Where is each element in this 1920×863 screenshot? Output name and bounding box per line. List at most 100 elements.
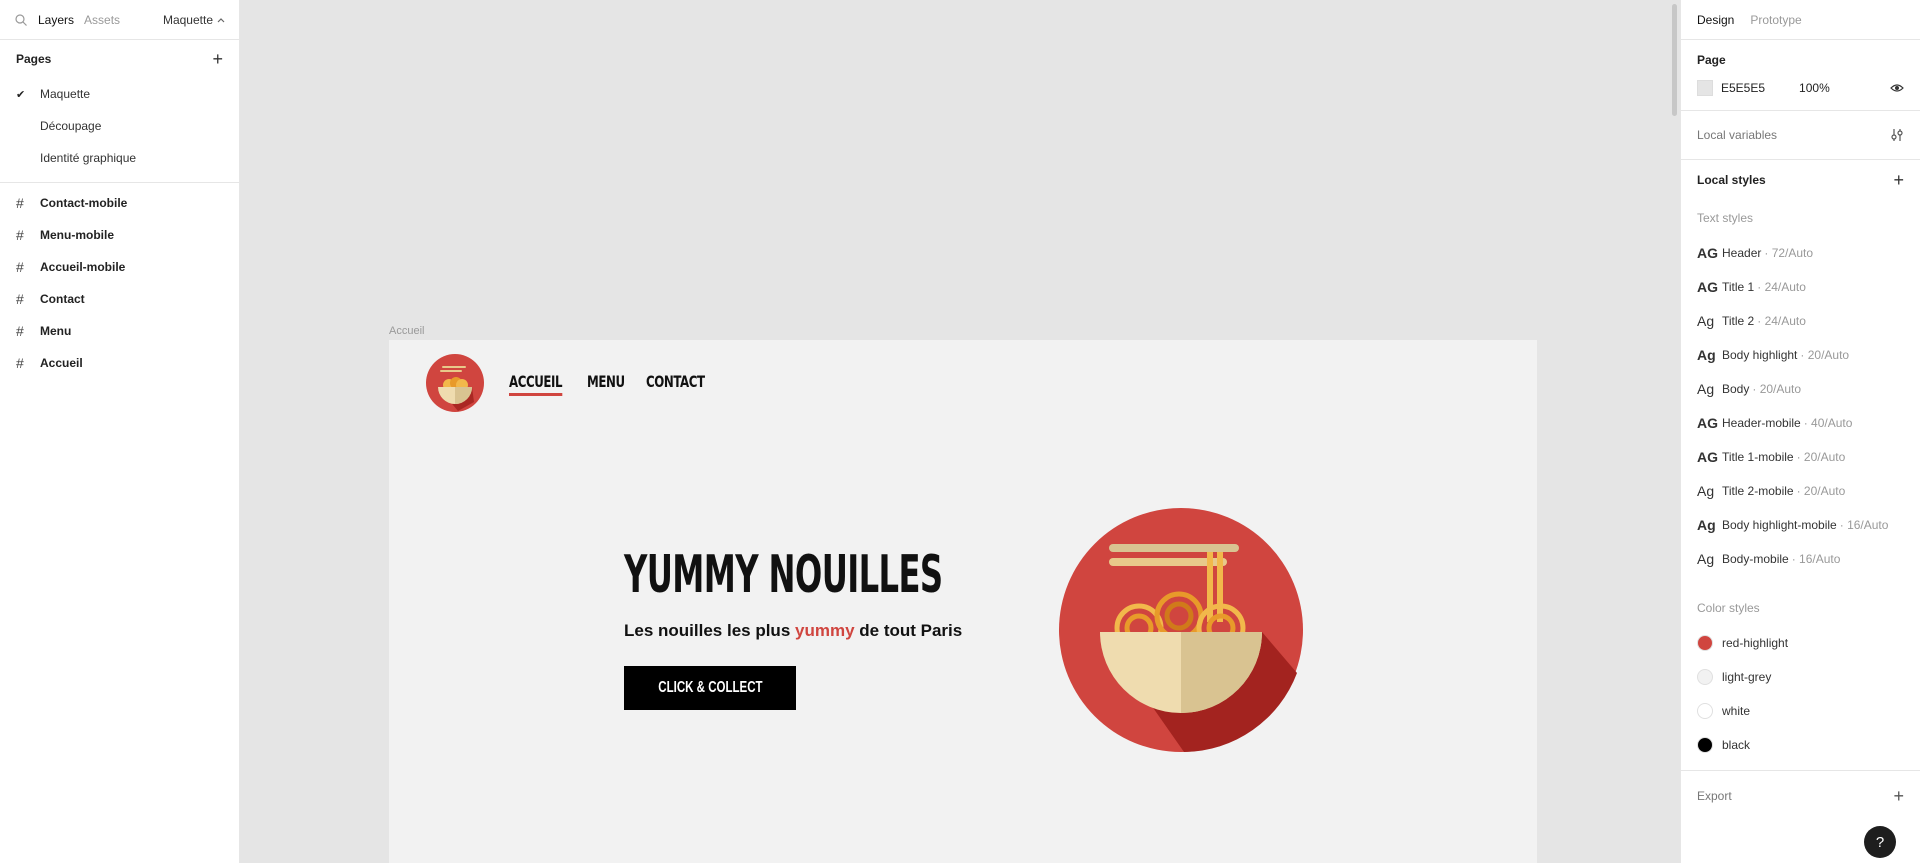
export-label: Export	[1697, 789, 1732, 803]
frame-icon: #	[16, 259, 24, 275]
page-color-swatch[interactable]	[1697, 80, 1713, 96]
layer-accueil[interactable]: # Accueil	[0, 347, 239, 379]
text-style-item[interactable]: AG Title 1-mobile · 20/Auto	[1697, 440, 1904, 474]
color-style-item[interactable]: white	[1697, 694, 1904, 728]
layer-accueil-mobile[interactable]: # Accueil-mobile	[0, 251, 239, 283]
search-icon[interactable]	[14, 13, 28, 27]
text-style-icon: AG	[1697, 415, 1718, 431]
text-style-meta: · 40/Auto	[1803, 416, 1853, 430]
text-style-name: Title 2-mobile	[1722, 484, 1794, 498]
frame-icon: #	[16, 195, 24, 211]
text-style-name: Title 1	[1722, 280, 1755, 294]
nav-accueil[interactable]: ACCUEIL	[509, 372, 563, 396]
text-style-item[interactable]: Ag Title 2-mobile · 20/Auto	[1697, 474, 1904, 508]
frame-label[interactable]: Accueil	[389, 325, 424, 337]
page-item-maquette[interactable]: ✔ Maquette	[0, 78, 239, 110]
text-style-item[interactable]: AG Header · 72/Auto	[1697, 236, 1904, 270]
color-swatch	[1697, 737, 1713, 753]
text-style-item[interactable]: Ag Body highlight · 20/Auto	[1697, 338, 1904, 372]
design-canvas[interactable]: Accueil ACCUEIL MENU CONTACT YUMMY NOUIL…	[241, 0, 1680, 863]
page-section-title: Page	[1697, 53, 1726, 67]
color-swatch	[1697, 703, 1713, 719]
text-style-icon: Ag	[1697, 381, 1715, 397]
text-style-meta: · 72/Auto	[1764, 246, 1814, 260]
click-collect-button[interactable]: CLICK & COLLECT	[624, 666, 796, 710]
add-page-icon[interactable]: +	[212, 50, 223, 68]
color-style-name: white	[1722, 704, 1751, 718]
text-style-meta: · 20/Auto	[1752, 382, 1802, 396]
local-styles-title: Local styles	[1697, 173, 1766, 187]
frame-accueil[interactable]: ACCUEIL MENU CONTACT YUMMY NOUILLES Les …	[389, 340, 1537, 863]
text-style-item[interactable]: AG Title 1 · 24/Auto	[1697, 270, 1904, 304]
page-selector[interactable]: Maquette	[163, 13, 225, 27]
text-style-icon: Ag	[1697, 517, 1716, 533]
text-style-item[interactable]: Ag Body highlight-mobile · 16/Auto	[1697, 508, 1904, 542]
text-style-icon: Ag	[1697, 313, 1715, 329]
text-style-icon: AG	[1697, 279, 1718, 295]
layer-contact[interactable]: # Contact	[0, 283, 239, 315]
hero-title[interactable]: YUMMY NOUILLES	[624, 545, 943, 605]
text-style-name: Header-mobile	[1722, 416, 1801, 430]
color-styles-list: red-highlight light-grey white black	[1697, 626, 1904, 770]
design-panel: Design Prototype Page E5E5E5 100% Local …	[1680, 0, 1920, 863]
hero-sub-highlight: yummy	[795, 621, 855, 640]
chevron-up-icon	[217, 17, 225, 22]
text-style-name: Title 2	[1722, 314, 1755, 328]
color-style-name: black	[1722, 738, 1751, 752]
right-panel-header: Design Prototype	[1681, 0, 1920, 40]
site-nav: ACCUEIL MENU CONTACT	[509, 372, 717, 396]
tab-prototype[interactable]: Prototype	[1750, 13, 1801, 27]
text-style-meta: · 24/Auto	[1757, 314, 1806, 328]
add-export-icon[interactable]: +	[1893, 786, 1904, 807]
eye-icon[interactable]	[1890, 83, 1904, 93]
layer-contact-mobile[interactable]: # Contact-mobile	[0, 187, 239, 219]
layer-label: Accueil	[40, 356, 83, 370]
text-style-icon: AG	[1697, 245, 1718, 261]
page-item-identite-graphique[interactable]: Identité graphique	[0, 142, 239, 174]
frame-icon: #	[16, 227, 24, 243]
color-style-item[interactable]: black	[1697, 728, 1904, 762]
text-style-meta: · 20/Auto	[1796, 450, 1846, 464]
page-item-label: Découpage	[40, 119, 102, 133]
help-button[interactable]: ?	[1864, 826, 1896, 858]
color-swatch	[1697, 635, 1713, 651]
left-panel-header: Layers Assets Maquette	[0, 0, 239, 40]
export-section: Export +	[1681, 771, 1920, 821]
pages-header: Pages +	[0, 40, 239, 78]
hero-sub-text: Les nouilles les plus	[624, 621, 795, 640]
layer-menu[interactable]: # Menu	[0, 315, 239, 347]
text-style-item[interactable]: Ag Title 2 · 24/Auto	[1697, 304, 1904, 338]
page-color-value[interactable]: E5E5E5	[1721, 81, 1765, 95]
text-style-name: Body	[1722, 382, 1750, 396]
color-style-item[interactable]: red-highlight	[1697, 626, 1904, 660]
local-variables-row[interactable]: Local variables	[1697, 111, 1904, 159]
text-style-icon: Ag	[1697, 483, 1715, 499]
local-variables-section: Local variables	[1681, 111, 1920, 160]
noodle-bowl-icon[interactable]	[1059, 508, 1303, 752]
layers-panel: Layers Assets Maquette Pages + ✔ Maquett…	[0, 0, 240, 863]
page-opacity-value[interactable]: 100%	[1799, 81, 1830, 95]
layer-menu-mobile[interactable]: # Menu-mobile	[0, 219, 239, 251]
text-style-icon: Ag	[1697, 551, 1715, 567]
page-item-decoupage[interactable]: Découpage	[0, 110, 239, 142]
color-style-item[interactable]: light-grey	[1697, 660, 1904, 694]
text-style-item[interactable]: Ag Body-mobile · 16/Auto	[1697, 542, 1904, 576]
text-style-item[interactable]: Ag Body · 20/Auto	[1697, 372, 1904, 406]
tab-layers[interactable]: Layers	[38, 13, 74, 27]
tab-assets[interactable]: Assets	[84, 13, 120, 27]
nav-contact[interactable]: CONTACT	[646, 372, 705, 396]
tab-design[interactable]: Design	[1697, 13, 1734, 27]
add-style-icon[interactable]: +	[1893, 170, 1904, 191]
canvas-scrollbar[interactable]	[1672, 4, 1677, 116]
nav-menu[interactable]: MENU	[587, 372, 625, 396]
frame-icon: #	[16, 291, 24, 307]
text-style-name: Header	[1722, 246, 1762, 260]
logo-icon[interactable]	[426, 354, 484, 412]
text-style-icon: AG	[1697, 449, 1718, 465]
text-style-item[interactable]: AG Header-mobile · 40/Auto	[1697, 406, 1904, 440]
text-style-icon: Ag	[1697, 347, 1716, 363]
export-row[interactable]: Export +	[1697, 771, 1904, 821]
hero-subtitle[interactable]: Les nouilles les plus yummy de tout Pari…	[624, 621, 962, 641]
variables-icon[interactable]	[1890, 128, 1904, 142]
local-styles-section: Local styles + Text styles AG Header · 72/…	[1681, 160, 1920, 771]
